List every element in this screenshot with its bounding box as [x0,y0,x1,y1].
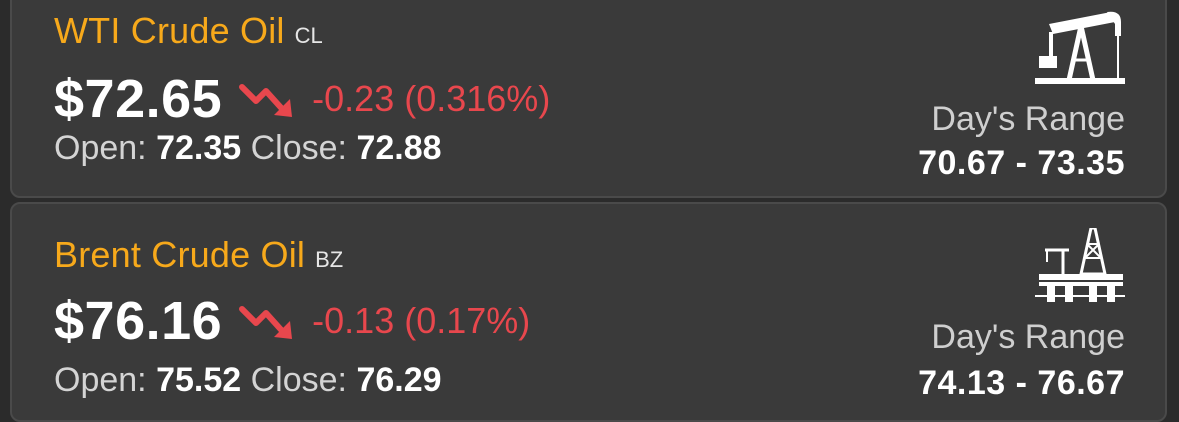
close-label: Close: [250,361,347,399]
price-change: -0.13 (0.17%) [312,300,531,341]
commodity-card-brent[interactable]: Brent Crude Oil BZ $76.16 -0.13 (0.17%) … [10,202,1167,422]
open-close-row: Open: 75.52 Close: 76.29 [54,361,442,400]
commodity-symbol: CL [294,23,323,48]
days-range-value: 74.13 - 76.67 [918,364,1125,402]
name-row: WTI Crude Oil CL [54,10,323,52]
open-value: 75.52 [156,361,242,399]
days-range-label: Day's Range [931,318,1125,356]
commodity-symbol: BZ [315,247,344,272]
days-range-label: Day's Range [931,100,1125,138]
commodity-name: WTI Crude Oil [54,10,285,51]
open-label: Open: [54,361,147,399]
pumpjack-icon [1035,11,1125,84]
open-value: 72.35 [156,129,242,167]
open-label: Open: [54,129,147,167]
days-range-value: 70.67 - 73.35 [918,144,1125,182]
offshore-rig-icon [1035,228,1125,302]
price-row: $72.65 -0.23 (0.316%) [54,68,550,130]
trend-down-icon [239,306,293,339]
current-price: $72.65 [54,69,223,129]
close-value: 72.88 [356,129,442,167]
name-row: Brent Crude Oil BZ [54,234,343,276]
commodity-card-wti[interactable]: WTI Crude Oil CL $72.65 -0.23 (0.316%) O… [10,0,1167,198]
close-value: 76.29 [356,361,442,399]
current-price: $76.16 [54,291,223,351]
close-label: Close: [250,129,347,167]
trend-down-icon [239,84,293,117]
price-row: $76.16 -0.13 (0.17%) [54,290,530,352]
commodity-name: Brent Crude Oil [54,234,306,275]
price-change: -0.23 (0.316%) [312,78,551,119]
open-close-row: Open: 72.35 Close: 72.88 [54,129,442,168]
